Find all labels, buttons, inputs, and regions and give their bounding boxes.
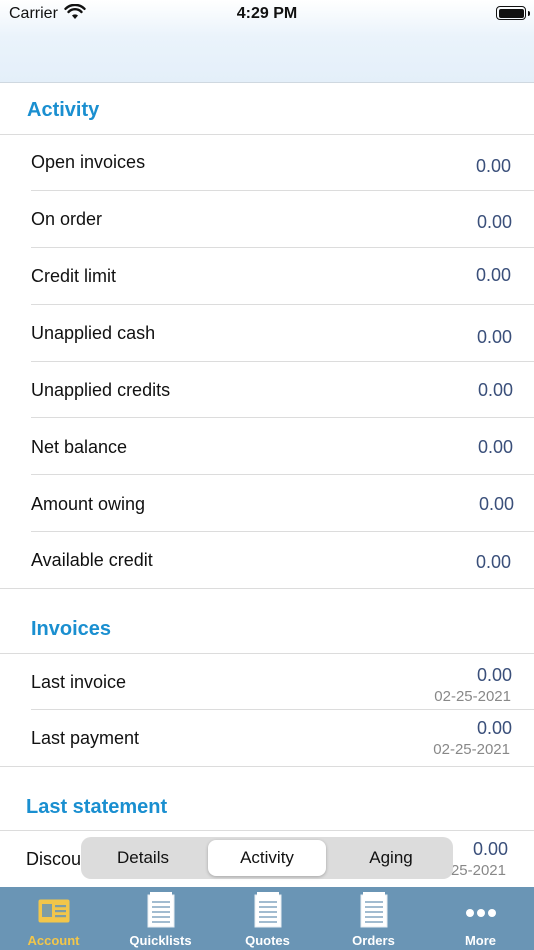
tab-label: Orders: [352, 933, 395, 948]
row-value: 0.00: [475, 265, 511, 285]
document-icon: [360, 892, 388, 933]
tab-more[interactable]: More: [427, 887, 534, 950]
row-last-payment[interactable]: Last payment 0.00 02-25-2021: [0, 710, 534, 766]
row-value: 0.00: [477, 437, 513, 457]
tab-label: Quicklists: [129, 933, 192, 948]
tab-account[interactable]: Account: [0, 887, 107, 950]
tab-bar: Account Quicklists Quotes Orders More: [0, 887, 534, 950]
tab-quicklists[interactable]: Quicklists: [107, 887, 214, 950]
row-value: 0.00: [476, 718, 512, 738]
row-label: Unapplied cash: [31, 323, 156, 343]
more-dots-icon: [465, 905, 497, 923]
clock: 4:29 PM: [236, 5, 298, 22]
row-on-order[interactable]: On order 0.00: [0, 191, 534, 247]
row-label: Amount owing: [31, 494, 146, 514]
row-unapplied-cash[interactable]: Unapplied cash 0.00: [0, 305, 534, 361]
row-label: Discou: [26, 849, 82, 869]
tab-quotes[interactable]: Quotes: [214, 887, 321, 950]
tab-label: Account: [27, 933, 80, 948]
row-unapplied-credits[interactable]: Unapplied credits 0.00: [0, 362, 534, 418]
document-icon: [254, 892, 282, 933]
row-value: 0.00: [476, 327, 512, 347]
row-date: 02-25-2021: [434, 688, 511, 705]
row-label: Open invoices: [31, 152, 146, 172]
row-last-invoice[interactable]: Last invoice 0.00 02-25-2021: [0, 654, 534, 710]
row-value: 0.00: [472, 839, 508, 859]
battery-icon: [496, 6, 530, 20]
row-label: Last invoice: [31, 672, 127, 692]
account-card-icon: [38, 899, 70, 928]
tab-label: Quotes: [245, 933, 290, 948]
status-bar: Carrier 4:29 PM: [0, 0, 534, 30]
row-value: 0.00: [476, 212, 512, 232]
section-title-last-statement: Last statement: [26, 796, 168, 818]
view-segmented-control: Details Activity Aging: [81, 837, 453, 879]
segment-activity[interactable]: Activity: [208, 840, 326, 876]
row-value: 0.00: [476, 665, 512, 685]
row-label: Last payment: [31, 728, 140, 748]
row-value: 0.00: [478, 494, 514, 514]
row-date: 25-2021: [450, 862, 506, 879]
row-value: 0.00: [475, 552, 511, 572]
document-icon: [147, 892, 175, 933]
row-value: 0.00: [475, 156, 511, 176]
row-label: Net balance: [31, 437, 128, 457]
row-value: 0.00: [477, 380, 513, 400]
segment-aging[interactable]: Aging: [332, 840, 450, 876]
section-title-activity: Activity: [27, 99, 100, 121]
row-label: Available credit: [31, 550, 153, 570]
tab-label: More: [464, 933, 497, 948]
row-open-invoices[interactable]: Open invoices 0.00: [0, 135, 534, 191]
segment-details[interactable]: Details: [84, 840, 202, 876]
section-title-invoices: Invoices: [31, 618, 112, 640]
row-net-balance[interactable]: Net balance 0.00: [0, 418, 534, 474]
row-label: Unapplied credits: [31, 380, 171, 400]
row-credit-limit[interactable]: Credit limit 0.00: [0, 248, 534, 304]
row-amount-owing[interactable]: Amount owing 0.00: [0, 475, 534, 531]
divider: [0, 588, 534, 589]
divider: [0, 766, 534, 767]
row-label: On order: [31, 209, 103, 229]
row-available-credit[interactable]: Available credit 0.00: [0, 532, 534, 588]
tab-orders[interactable]: Orders: [320, 887, 427, 950]
row-date: 02-25-2021: [433, 741, 510, 758]
row-label: Credit limit: [31, 266, 117, 286]
